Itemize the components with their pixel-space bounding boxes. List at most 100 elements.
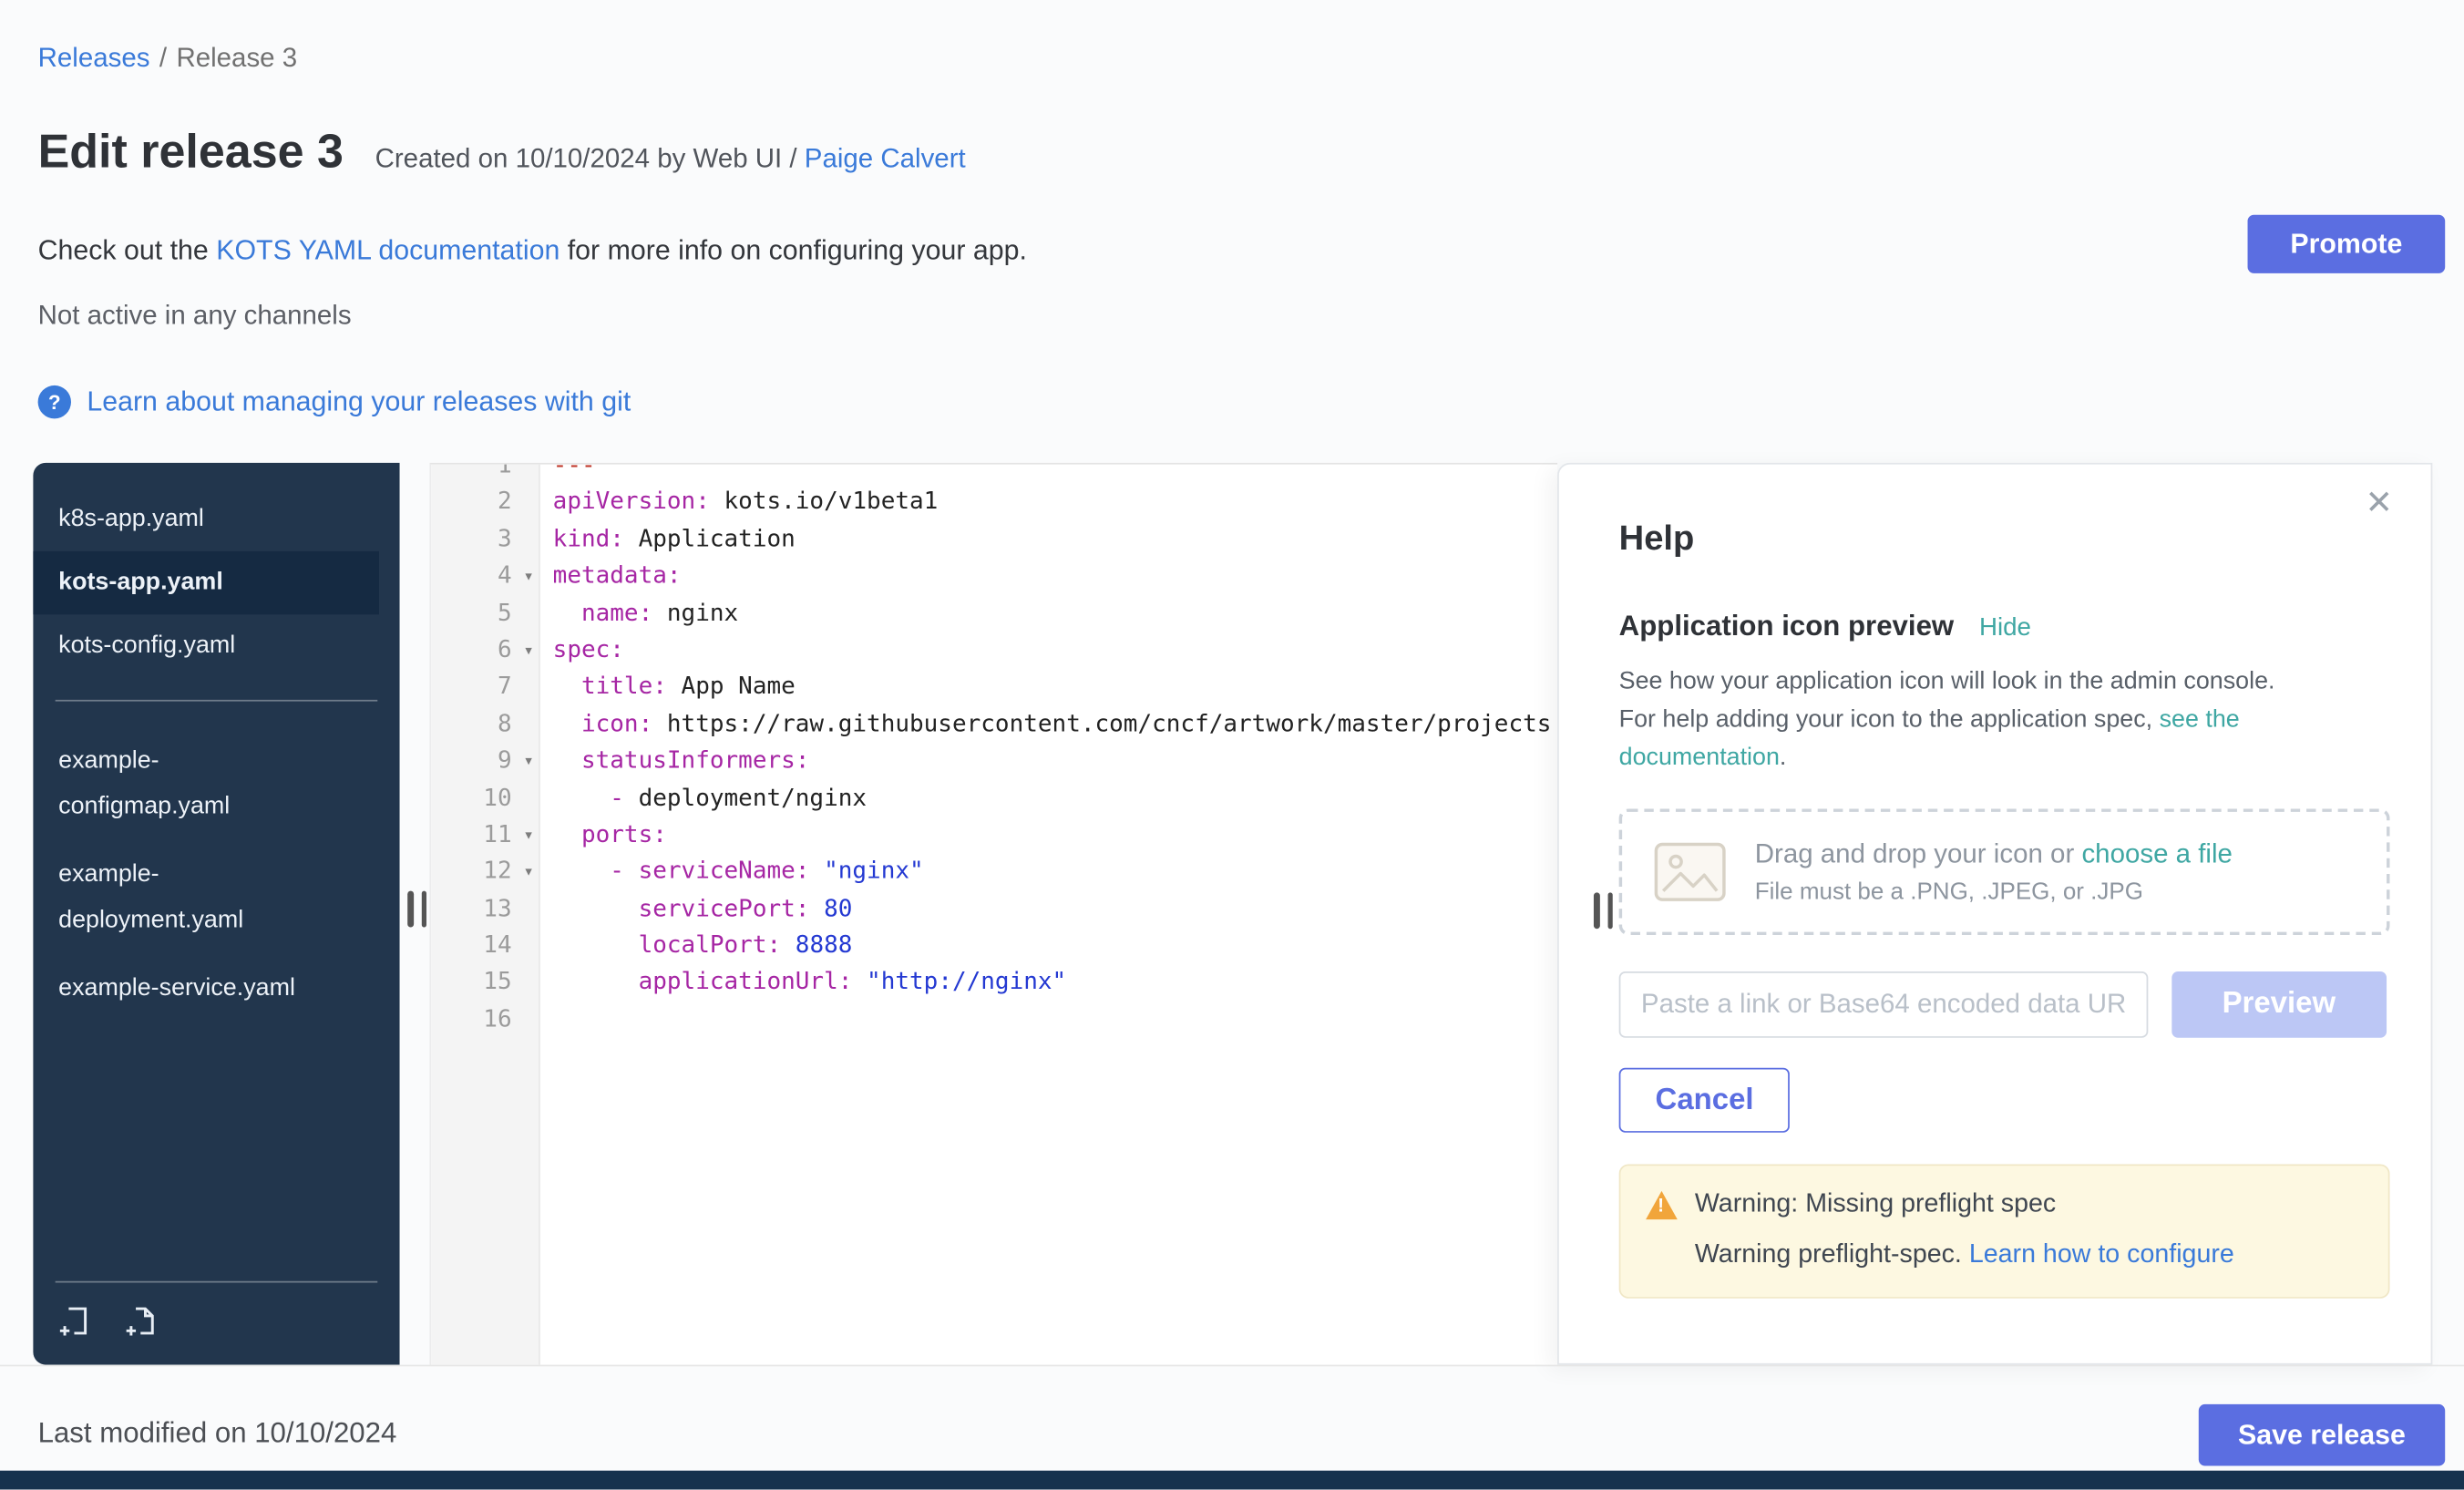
- sidebar-bottom: [33, 1281, 399, 1365]
- title-row: Edit release 3 Created on 10/10/2024 by …: [38, 127, 966, 180]
- help-panel-resize-handle[interactable]: [1594, 892, 1613, 929]
- git-help-link[interactable]: Learn about managing your releases with …: [87, 385, 631, 418]
- code-line-text: - deployment/nginx: [539, 779, 867, 817]
- code-line[interactable]: 2apiVersion: kots.io/v1beta1: [431, 484, 1557, 521]
- hide-link[interactable]: Hide: [1979, 614, 2031, 642]
- fold-caret-icon[interactable]: ▾: [523, 854, 533, 891]
- line-number: 4▾: [431, 558, 539, 595]
- file-tree-item[interactable]: kots-config.yaml: [33, 614, 399, 677]
- fold-caret-icon[interactable]: ▾: [523, 632, 533, 669]
- created-by-link[interactable]: Paige Calvert: [805, 144, 966, 174]
- upload-file-icon[interactable]: [58, 1303, 95, 1340]
- code-line[interactable]: 15 applicationUrl: "http://nginx": [431, 964, 1557, 1002]
- code-line[interactable]: 1---: [431, 463, 1557, 484]
- choose-file-link[interactable]: choose a file: [2081, 838, 2232, 868]
- line-number: 13: [431, 890, 539, 928]
- code-line[interactable]: 6▾spec:: [431, 632, 1557, 669]
- code-lines: 1---2apiVersion: kots.io/v1beta13kind: A…: [431, 463, 1557, 1038]
- image-placeholder-icon: [1654, 842, 1727, 902]
- help-circle-icon[interactable]: ?: [38, 385, 71, 418]
- code-line[interactable]: 12▾ - serviceName: "nginx": [431, 854, 1557, 891]
- file-tree-item[interactable]: k8s-app.yaml: [33, 488, 399, 551]
- code-line-text: apiVersion: kots.io/v1beta1: [539, 484, 938, 521]
- code-line-text: kind: Application: [539, 521, 796, 559]
- icon-url-row: Preview: [1619, 971, 2387, 1038]
- new-file-icon[interactable]: [123, 1303, 159, 1340]
- line-number: 7: [431, 669, 539, 706]
- code-line[interactable]: 5 name: nginx: [431, 595, 1557, 632]
- main-content: k8s-app.yamlkots-app.yamlkots-config.yam…: [33, 463, 2432, 1365]
- line-number: 1: [431, 463, 539, 484]
- save-release-button[interactable]: Save release: [2199, 1404, 2446, 1466]
- page-title: Edit release 3: [38, 127, 344, 180]
- warning-text: Warning preflight-spec.: [1695, 1240, 1969, 1269]
- cancel-button[interactable]: Cancel: [1619, 1068, 1791, 1133]
- code-line-text: spec:: [539, 632, 624, 669]
- line-number: 12▾: [431, 854, 539, 891]
- last-modified-text: Last modified on 10/10/2024: [38, 1417, 397, 1450]
- promote-button[interactable]: Promote: [2248, 215, 2446, 273]
- code-line[interactable]: 8 icon: https://raw.githubusercontent.co…: [431, 705, 1557, 743]
- channel-status: Not active in any channels: [38, 300, 352, 332]
- page: Releases/Release 3 Edit release 3 Create…: [0, 0, 2464, 1490]
- file-tree-examples: example-configmap.yamlexample-deployment…: [33, 726, 399, 1022]
- fold-caret-icon[interactable]: ▾: [523, 743, 533, 780]
- doc-row: Check out the KOTS YAML documentation fo…: [38, 234, 1027, 267]
- created-text: Created on 10/10/2024 by Web UI /: [375, 144, 805, 174]
- breadcrumb-current: Release 3: [176, 43, 297, 73]
- file-tree-divider: [56, 700, 378, 702]
- line-number: 9▾: [431, 743, 539, 780]
- icon-url-input[interactable]: [1619, 971, 2148, 1038]
- file-tree-item[interactable]: example-deployment.yaml: [33, 840, 323, 954]
- help-panel: ✕ Help Application icon preview Hide See…: [1557, 463, 2432, 1365]
- sidebar-resize-handle[interactable]: [407, 891, 426, 928]
- description-suffix: .: [1780, 744, 1786, 770]
- line-number: 8: [431, 705, 539, 743]
- sidebar-icon-row: [33, 1282, 399, 1364]
- code-line-text: - serviceName: "nginx": [539, 854, 924, 891]
- code-line[interactable]: 11▾ ports:: [431, 817, 1557, 854]
- line-number: 15: [431, 964, 539, 1002]
- code-line[interactable]: 13 servicePort: 80: [431, 890, 1557, 928]
- preview-button[interactable]: Preview: [2171, 971, 2387, 1038]
- code-line-text: [539, 1002, 553, 1039]
- help-title: Help: [1619, 519, 2387, 560]
- file-tree-item[interactable]: example-configmap.yaml: [33, 726, 323, 840]
- warning-configure-link[interactable]: Learn how to configure: [1969, 1240, 2234, 1269]
- kots-yaml-doc-link[interactable]: KOTS YAML documentation: [216, 234, 560, 266]
- breadcrumb-releases-link[interactable]: Releases: [38, 43, 150, 73]
- code-line-text: metadata:: [539, 558, 681, 595]
- code-line[interactable]: 16: [431, 1002, 1557, 1039]
- code-line-text: servicePort: 80: [539, 890, 852, 928]
- code-line[interactable]: 3kind: Application: [431, 521, 1557, 559]
- git-help-row: ? Learn about managing your releases wit…: [38, 385, 631, 418]
- code-line[interactable]: 4▾metadata:: [431, 558, 1557, 595]
- line-number: 10: [431, 779, 539, 817]
- icon-dropzone[interactable]: Drag and drop your icon or choose a file…: [1619, 809, 2390, 936]
- code-line[interactable]: 9▾ statusInformers:: [431, 743, 1557, 780]
- code-line-text: localPort: 8888: [539, 928, 852, 965]
- fold-caret-icon[interactable]: ▾: [523, 558, 533, 595]
- breadcrumb: Releases/Release 3: [38, 43, 298, 75]
- code-line[interactable]: 14 localPort: 8888: [431, 928, 1557, 965]
- code-line-text: applicationUrl: "http://nginx": [539, 964, 1066, 1002]
- file-sidebar: k8s-app.yamlkots-app.yamlkots-config.yam…: [33, 463, 399, 1365]
- code-line-text: name: nginx: [539, 595, 738, 632]
- file-tree-item[interactable]: example-service.yaml: [33, 954, 323, 1022]
- code-line[interactable]: 7 title: App Name: [431, 669, 1557, 706]
- close-icon[interactable]: ✕: [2365, 487, 2393, 519]
- dropzone-text: Drag and drop your icon or choose a file…: [1755, 838, 2233, 905]
- dropzone-prefix: Drag and drop your icon or: [1755, 838, 2082, 868]
- fold-caret-icon[interactable]: ▾: [523, 817, 533, 854]
- created-subtitle: Created on 10/10/2024 by Web UI / Paige …: [375, 144, 966, 176]
- code-line[interactable]: 10 - deployment/nginx: [431, 779, 1557, 817]
- file-tree-item[interactable]: kots-app.yaml: [33, 551, 379, 614]
- line-number: 2: [431, 484, 539, 521]
- dropzone-hint: File must be a .PNG, .JPEG, or .JPG: [1755, 879, 2233, 905]
- footer-divider: [0, 1365, 2464, 1367]
- code-line-text: title: App Name: [539, 669, 796, 706]
- code-editor[interactable]: 1---2apiVersion: kots.io/v1beta13kind: A…: [429, 463, 1557, 1365]
- icon-preview-section-header: Application icon preview Hide: [1619, 610, 2387, 642]
- bottom-navy-bar: [0, 1471, 2464, 1490]
- code-line-text: statusInformers:: [539, 743, 809, 780]
